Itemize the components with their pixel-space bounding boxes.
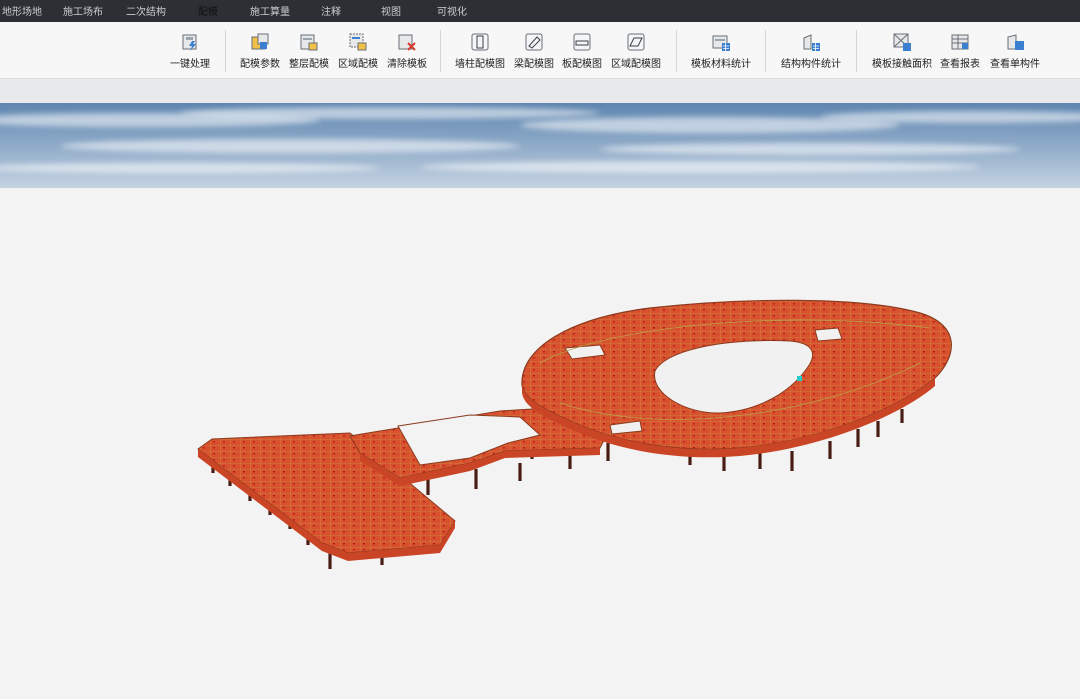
area-mold-button[interactable]: 区域配模 <box>334 27 382 75</box>
wall-column-drawing-icon <box>471 33 489 51</box>
ribbon-tab-bar: 地形场地 施工场布 二次结构 配模 施工算量 注释 视图 可视化 <box>0 0 1080 22</box>
oval-building-slab <box>521 299 952 458</box>
component-stats-icon <box>803 34 820 51</box>
view-report-button[interactable]: 查看报表 <box>937 27 983 75</box>
floor-mold-label: 整层配模 <box>289 59 329 70</box>
view-report-label: 查看报表 <box>940 59 980 70</box>
area-drawing-button[interactable]: 区域配模图 <box>607 27 665 75</box>
beam-drawing-button[interactable]: 梁配模图 <box>511 27 557 75</box>
one-click-process-icon <box>182 34 197 51</box>
beam-drawing-icon <box>525 33 543 51</box>
formwork-stats-icon <box>712 35 730 51</box>
wall-column-drawing-button[interactable]: 墙柱配模图 <box>452 27 508 75</box>
slab-drawing-label: 板配模图 <box>562 59 602 70</box>
ribbon-toolbar: 一键处理 配模参数 整层配模 区域配模 清除模板 墙柱配模图 梁配模图 板配模图… <box>0 22 1080 79</box>
tab-visualization[interactable]: 可视化 <box>424 3 480 22</box>
tab-terrain-site[interactable]: 地形场地 <box>0 3 44 22</box>
tab-construction-quantity[interactable]: 施工算量 <box>242 3 298 22</box>
one-click-process-button[interactable]: 一键处理 <box>166 27 214 75</box>
floor-mold-icon <box>300 34 318 51</box>
area-mold-icon <box>349 33 367 51</box>
floor-mold-button[interactable]: 整层配模 <box>285 27 333 75</box>
tab-view[interactable]: 视图 <box>364 3 418 22</box>
3d-viewport[interactable] <box>0 103 1080 699</box>
clear-formwork-icon <box>398 34 416 51</box>
formwork-3d-model[interactable] <box>0 103 1080 699</box>
formwork-stats-button[interactable]: 模板材料统计 <box>688 27 754 75</box>
component-stats-label: 结构构件统计 <box>781 59 841 70</box>
contact-area-icon <box>893 33 911 51</box>
contact-area-label: 模板接触面积 <box>872 59 932 70</box>
formwork-stats-label: 模板材料统计 <box>691 59 751 70</box>
tab-annotation[interactable]: 注释 <box>304 3 358 22</box>
mold-params-button[interactable]: 配模参数 <box>236 27 284 75</box>
area-drawing-icon <box>627 33 645 51</box>
ribbon-separator <box>225 30 226 72</box>
ribbon-separator <box>440 30 441 72</box>
view-component-label: 查看单构件 <box>990 59 1040 70</box>
ribbon-separator <box>856 30 857 72</box>
slab-drawing-icon <box>573 33 591 51</box>
beam-drawing-label: 梁配模图 <box>514 59 554 70</box>
view-component-button[interactable]: 查看单构件 <box>985 27 1045 75</box>
toolbar-gap-strip <box>0 79 1080 103</box>
ribbon-separator <box>676 30 677 72</box>
wall-column-drawing-label: 墙柱配模图 <box>455 59 505 70</box>
mold-params-label: 配模参数 <box>240 59 280 70</box>
slab-drawing-button[interactable]: 板配模图 <box>559 27 605 75</box>
clear-formwork-label: 清除模板 <box>387 59 427 70</box>
one-click-process-label: 一键处理 <box>170 59 210 70</box>
clear-formwork-button[interactable]: 清除模板 <box>383 27 431 75</box>
tab-secondary-structure[interactable]: 二次结构 <box>118 3 174 22</box>
contact-area-button[interactable]: 模板接触面积 <box>868 27 936 75</box>
view-component-icon <box>1007 34 1024 50</box>
component-stats-button[interactable]: 结构构件统计 <box>778 27 844 75</box>
tab-formwork[interactable]: 配模 <box>180 3 236 22</box>
area-drawing-label: 区域配模图 <box>611 59 661 70</box>
view-report-icon <box>951 34 969 50</box>
mold-params-icon <box>251 33 269 50</box>
tab-construction-layout[interactable]: 施工场布 <box>54 3 112 22</box>
area-mold-label: 区域配模 <box>338 59 378 70</box>
ribbon-separator <box>765 30 766 72</box>
